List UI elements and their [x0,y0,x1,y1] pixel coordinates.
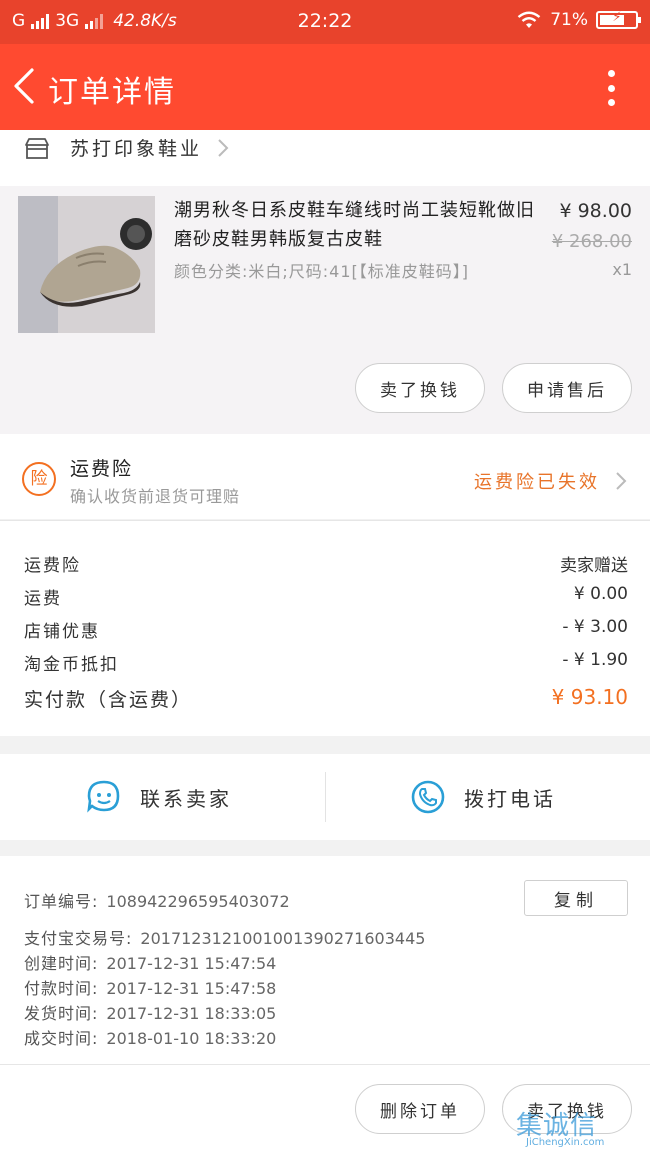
call-phone-button[interactable]: 拨打电话 [410,754,556,840]
page-header: 订单详情 [0,44,650,130]
contact-seller-label: 联系卖家 [140,786,232,811]
total-label: 实付款（含运费） [24,689,193,711]
paid-time-row: 付款时间: 2017-12-31 15:47:58 [24,975,276,999]
divider [0,1064,650,1065]
completed-time-value: 2018-01-10 18:33:20 [106,1029,277,1048]
store-icon [25,138,49,159]
fee-row-shop-discount: 店铺优惠 - ¥ 3.00 [24,617,628,647]
more-menu-icon[interactable] [606,70,616,106]
completed-time-row: 成交时间: 2018-01-10 18:33:20 [24,1025,276,1049]
delete-order-button[interactable]: 删除订单 [355,1084,485,1134]
fee-row-insurance: 运费险 卖家赠送 [24,551,628,581]
product-title[interactable]: 潮男秋冬日系皮鞋车缝线时尚工装短靴做旧磨砂皮鞋男韩版复古皮鞋 [174,196,546,254]
call-phone-label: 拨打电话 [464,786,556,811]
chevron-right-icon [218,139,229,157]
watermark-url: JiChengXin.com [526,1137,605,1148]
back-arrow-icon[interactable] [10,66,42,106]
fee-row-coin-deduction: 淘金币抵扣 - ¥ 1.90 [24,650,628,680]
alipay-trade-label: 支付宝交易号: [24,929,133,948]
contact-seller-button[interactable]: 联系卖家 [86,754,232,840]
created-time-row: 创建时间: 2017-12-31 15:47:54 [24,950,276,974]
phone-icon [411,780,445,814]
created-time-value: 2017-12-31 15:47:54 [106,954,277,973]
chevron-right-icon [616,472,627,490]
insurance-title: 运费险 [70,458,134,480]
shipped-time-value: 2017-12-31 18:33:05 [106,1004,277,1023]
fee-label: 淘金币抵扣 [24,655,119,675]
alipay-trade-value: 2017123121001001390271603445 [140,929,426,948]
copy-button[interactable]: 复制 [524,880,628,916]
order-number-row: 订单编号: 108942296595403072 [24,888,290,912]
battery-percent: 71% [550,10,588,30]
contact-bar: 联系卖家 拨打电话 [0,754,650,840]
fee-value: - ¥ 1.90 [562,650,628,670]
paid-time-value: 2017-12-31 15:47:58 [106,979,277,998]
fee-value: 卖家赠送 [560,556,628,576]
fee-value: ¥ 0.00 [573,584,628,604]
created-time-label: 创建时间: [24,954,99,973]
status-right: 71% ⚡ [516,10,641,30]
product-sku: 颜色分类:米白;尺码:41[【标准皮鞋码】] [174,262,470,281]
page-title: 订单详情 [48,75,176,110]
paid-time-label: 付款时间: [24,979,99,998]
insurance-description: 确认收货前退货可理赔 [70,487,241,506]
divider [325,772,326,822]
product-price: ¥ 98.00 [559,200,632,222]
chat-bubble-icon [87,780,120,813]
product-original-price: ¥ 268.00 [551,231,632,252]
shop-name: 苏打印象鞋业 [70,138,203,160]
wifi-icon [517,11,541,28]
product-quantity: x1 [612,260,632,279]
shipping-insurance-row[interactable]: 险 运费险 确认收货前退货可理赔 运费险已失效 [0,434,650,519]
insurance-status: 运费险已失效 [474,472,600,493]
fee-value: - ¥ 3.00 [562,617,628,637]
status-bar: G 3G 42.8K/s 22:22 71% ⚡ [0,0,650,44]
order-number-value: 108942296595403072 [106,892,290,911]
shipped-time-label: 发货时间: [24,1004,99,1023]
shop-row[interactable]: 苏打印象鞋业 [0,130,650,186]
shipped-time-row: 发货时间: 2017-12-31 18:33:05 [24,1000,276,1024]
completed-time-label: 成交时间: [24,1029,99,1048]
alipay-trade-row: 支付宝交易号: 2017123121001001390271603445 [24,925,425,949]
fee-label: 运费 [24,589,62,609]
battery-icon: ⚡ [596,10,641,29]
after-sales-button[interactable]: 申请售后 [502,363,632,413]
fee-summary: 运费险 卖家赠送 运费 ¥ 0.00 店铺优惠 - ¥ 3.00 淘金币抵扣 -… [0,520,650,736]
charging-icon: ⚡ [612,10,622,25]
resell-button[interactable]: 卖了换钱 [355,363,485,413]
order-number-label: 订单编号: [24,892,99,911]
fee-label: 店铺优惠 [24,622,100,642]
fee-label: 运费险 [24,556,81,576]
watermark: 集诚信 JiChengXin.com [516,1105,646,1149]
product-image[interactable] [18,196,155,333]
total-value: ¥ 93.10 [551,685,628,709]
fee-row-shipping: 运费 ¥ 0.00 [24,584,628,614]
product-card[interactable]: 潮男秋冬日系皮鞋车缝线时尚工装短靴做旧磨砂皮鞋男韩版复古皮鞋 颜色分类:米白;尺… [0,186,650,434]
insurance-icon: 险 [22,462,56,496]
fee-row-total: 实付款（含运费） ¥ 93.10 [24,685,628,715]
